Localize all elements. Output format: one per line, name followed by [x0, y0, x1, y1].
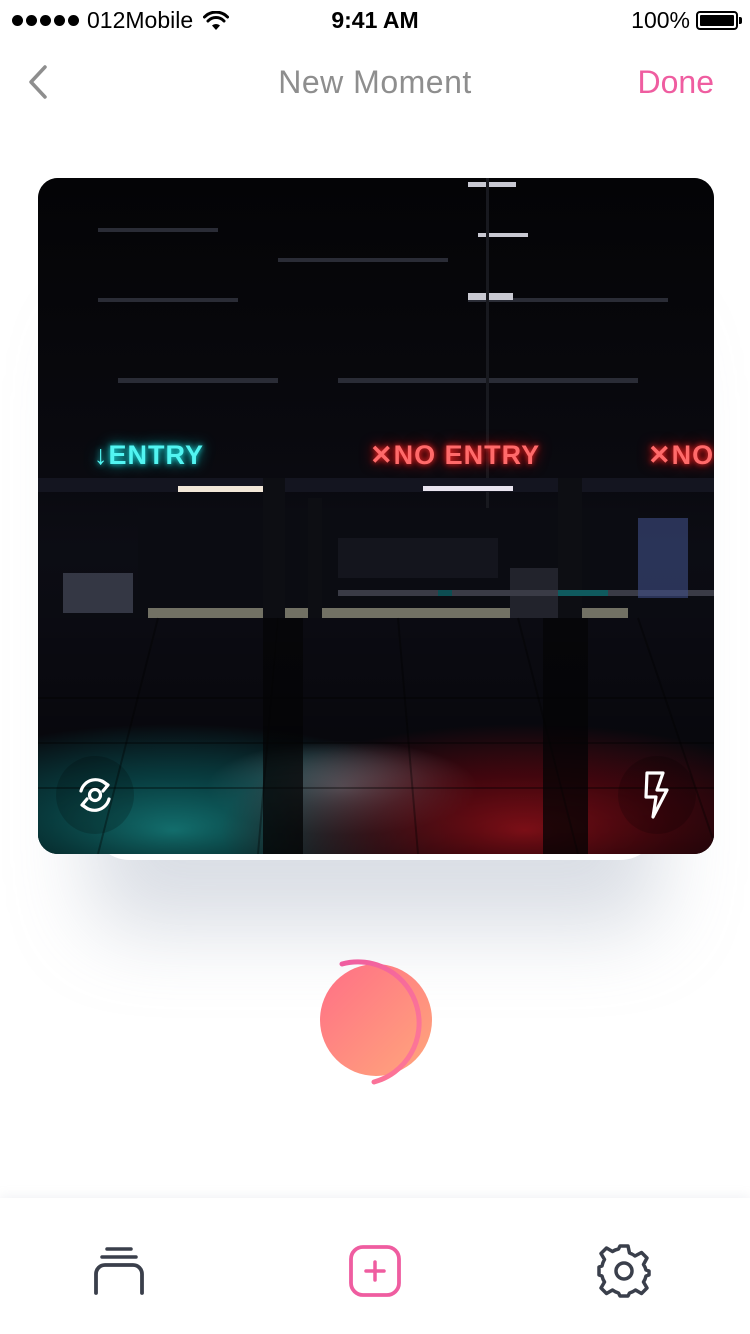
- done-button[interactable]: Done: [638, 64, 715, 101]
- tab-add[interactable]: [340, 1236, 410, 1306]
- camera-scene-image: [38, 178, 714, 854]
- shutter-button[interactable]: [314, 954, 444, 1086]
- gear-icon: [597, 1244, 651, 1298]
- flip-camera-button[interactable]: [56, 756, 134, 834]
- camera-preview[interactable]: ↓ENTRY ✕NO ENTRY ✕NO E: [38, 178, 714, 854]
- no-entry-sign-partial: ✕NO E: [648, 440, 714, 470]
- flip-camera-icon: [79, 778, 111, 812]
- shutter-progress-ring: [339, 959, 422, 1085]
- stack-icon: [94, 1247, 144, 1295]
- no-entry-sign: ✕NO ENTRY: [370, 440, 541, 470]
- nav-bar: New Moment Done: [0, 40, 750, 128]
- tab-bar: [0, 1198, 750, 1334]
- battery-icon: [696, 11, 742, 30]
- add-square-icon: [349, 1245, 401, 1297]
- tab-moments[interactable]: [84, 1236, 154, 1306]
- tab-settings[interactable]: [589, 1236, 659, 1306]
- status-bar: 012Mobile 9:41 AM 100%: [0, 0, 750, 40]
- battery-percent: 100%: [631, 7, 690, 33]
- flash-button[interactable]: [618, 756, 696, 834]
- battery-group: 100%: [631, 7, 742, 34]
- flash-icon: [644, 771, 669, 819]
- entry-sign: ↓ENTRY: [94, 440, 205, 470]
